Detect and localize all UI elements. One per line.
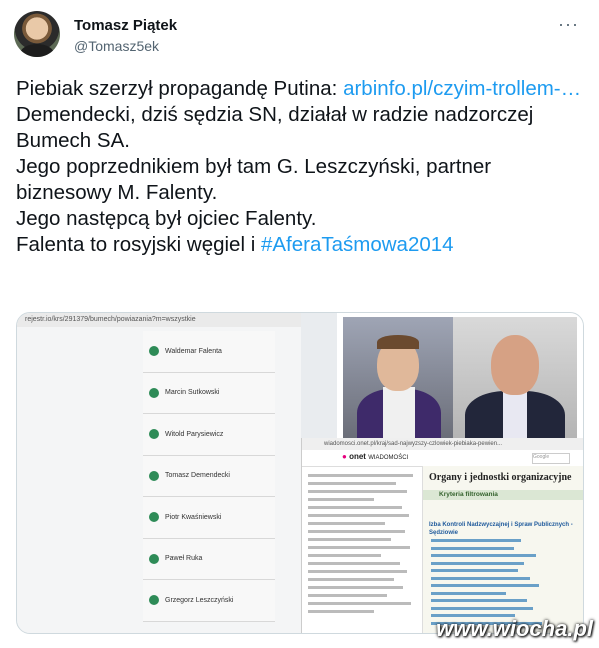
organ-title: Organy i jednostki organizacyjne <box>429 472 572 483</box>
person-icon <box>149 429 159 440</box>
portrait-photo-left <box>343 317 453 439</box>
tweet-text: Piebiak szerzył propagandę Putina: arbin… <box>16 76 591 258</box>
tweet-line-3: Jego poprzednikiem był tam G. Leszczyńsk… <box>16 155 492 204</box>
people-list: Waldemar Falenta Marcin Sutkowski Witold… <box>143 331 275 622</box>
chamber-title: Izba Kontroli Nadzwyczajnej i Spraw Publ… <box>429 522 573 536</box>
avatar[interactable] <box>14 11 60 57</box>
media-attachment[interactable]: rejestr.io/krs/291379/bumech/powiazania?… <box>16 312 584 634</box>
list-item: Grzegorz Leszczyński <box>143 580 275 622</box>
onet-header: ● onet WIADOMOŚCI Google <box>302 450 583 467</box>
portrait-photos <box>337 313 583 443</box>
person-icon <box>149 470 159 481</box>
filter-title: Kryteria filtrowania <box>423 490 583 500</box>
tweet-line-5: Falenta to rosyjski węgiel i <box>16 233 261 256</box>
person-icon <box>149 346 159 357</box>
tweet-line-1: Piebiak szerzył propagandę Putina: <box>16 77 344 100</box>
person-icon <box>149 387 159 398</box>
search-input: Google <box>532 453 570 464</box>
list-item: Piotr Kwaśniewski <box>143 497 275 539</box>
court-panel: Organy i jednostki organizacyjne Kryteri… <box>422 466 583 633</box>
list-item: Waldemar Falenta <box>143 331 275 373</box>
tweet-line-4: Jego następcą był ojciec Falenty. <box>16 207 317 230</box>
author-handle[interactable]: @Tomasz5ek <box>74 38 159 54</box>
tweet-line-2: Demendecki, dziś sędzia SN, działał w ra… <box>16 103 534 152</box>
onet-url: wiadomosci.onet.pl/kraj/sad-najwyzszy-cz… <box>302 438 583 450</box>
list-item: Tomasz Demendecki <box>143 455 275 497</box>
article-link[interactable]: arbinfo.pl/czyim-trollem-… <box>343 77 581 100</box>
portrait-photo-right <box>453 317 577 439</box>
person-icon <box>149 512 159 523</box>
registry-url: rejestr.io/krs/291379/bumech/powiazania?… <box>17 313 301 327</box>
article-text-lines <box>308 474 418 618</box>
more-horizontal-icon[interactable]: ··· <box>558 14 579 35</box>
list-item: Witold Parysiewicz <box>143 414 275 456</box>
list-item: Marcin Sutkowski <box>143 372 275 414</box>
onet-screenshot: wiadomosci.onet.pl/kraj/sad-najwyzszy-cz… <box>301 438 583 633</box>
onet-logo: ● onet WIADOMOŚCI <box>342 452 409 461</box>
person-icon <box>149 595 159 606</box>
site-watermark: www.wiocha.pl <box>436 616 593 641</box>
registry-screenshot: rejestr.io/krs/291379/bumech/powiazania?… <box>17 313 301 633</box>
hashtag-link[interactable]: #AferaTaśmowa2014 <box>261 233 454 256</box>
author-name[interactable]: Tomasz Piątek <box>74 17 177 34</box>
list-item: Paweł Ruka <box>143 538 275 580</box>
person-icon <box>149 553 159 564</box>
tweet-header: Tomasz Piątek @Tomasz5ek ··· <box>14 8 585 60</box>
